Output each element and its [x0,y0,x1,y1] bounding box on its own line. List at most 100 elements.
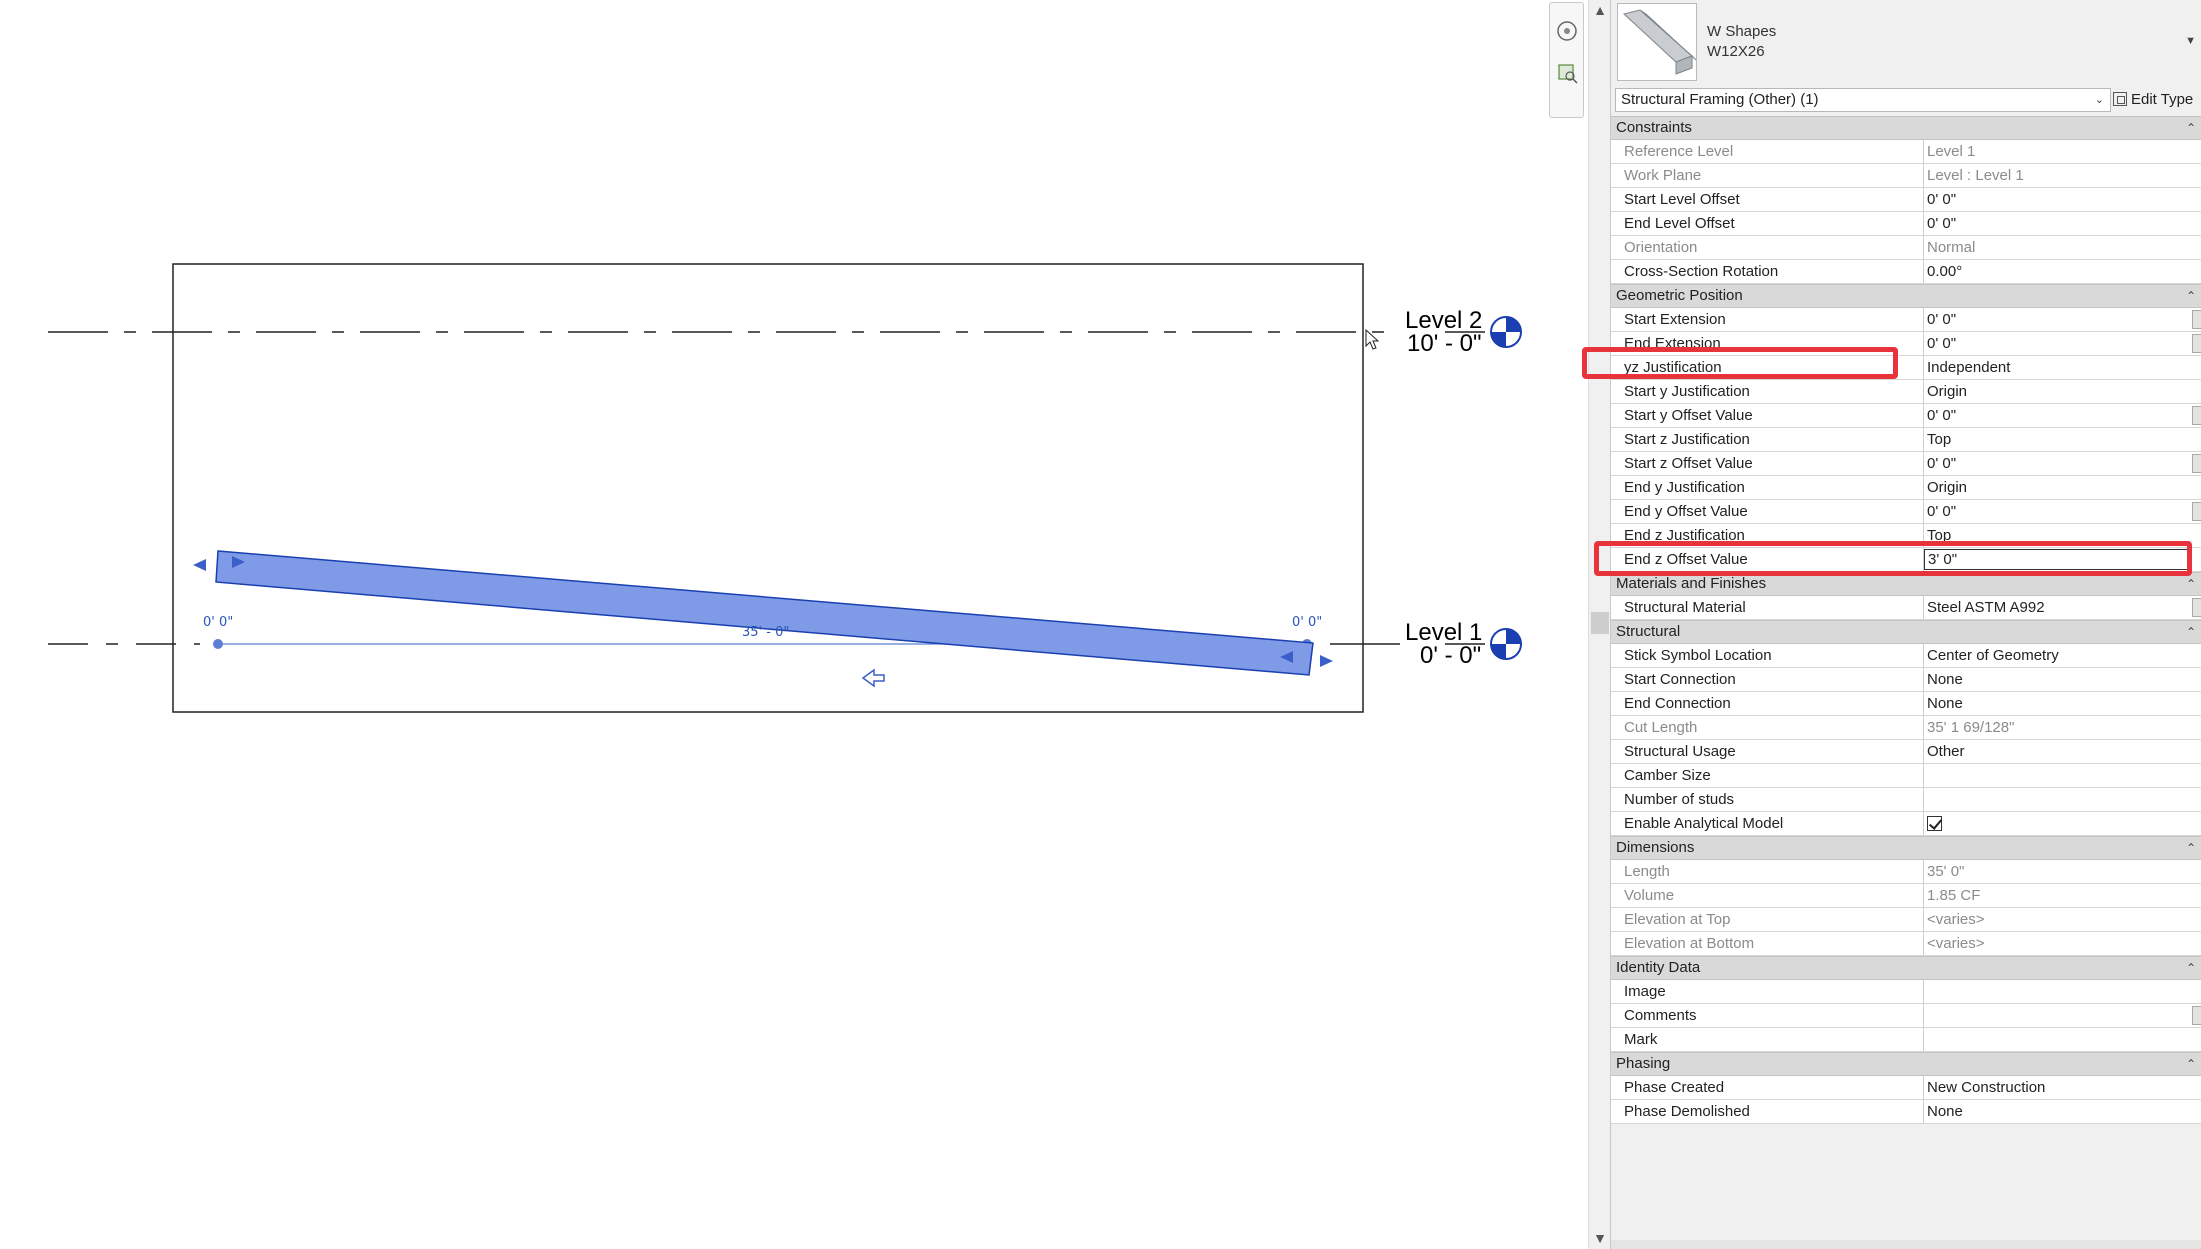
collapse-chevron-icon[interactable]: ⌃ [2186,117,2196,139]
drag-handle-right-out[interactable] [1320,655,1333,667]
property-row-elevation-at-bottom[interactable]: Elevation at Bottom <varies> [1611,932,2201,956]
property-value[interactable] [1924,764,2201,787]
property-value[interactable]: None [1924,1100,2201,1123]
row-scroll-stub[interactable] [2192,502,2201,521]
group-header-phasing[interactable]: Phasing ⌃ [1611,1052,2201,1076]
property-row-start-extension[interactable]: Start Extension 0' 0" [1611,308,2201,332]
property-value[interactable]: Top [1924,524,2201,547]
property-row-phase-demolished[interactable]: Phase Demolished None [1611,1100,2201,1124]
collapse-chevron-icon[interactable]: ⌃ [2186,621,2196,643]
dim-endpoint-left[interactable] [213,639,223,649]
property-row-length[interactable]: Length 35' 0" [1611,860,2201,884]
row-scroll-stub[interactable] [2192,310,2201,329]
drawing-canvas[interactable]: Level 2 10' - 0" Level 1 0' - 0" 0' 0" 0… [0,0,1588,1249]
group-header-identity-data[interactable]: Identity Data ⌃ [1611,956,2201,980]
scroll-thumb[interactable] [1591,612,1609,634]
property-value[interactable]: Independent [1924,356,2201,379]
property-row-end-y-justification[interactable]: End y Justification Origin [1611,476,2201,500]
property-value[interactable]: 0.00° [1924,260,2201,283]
row-scroll-stub[interactable] [2192,1006,2201,1025]
property-row-start-z-offset-value[interactable]: Start z Offset Value 0' 0" [1611,452,2201,476]
property-row-end-level-offset[interactable]: End Level Offset 0' 0" [1611,212,2201,236]
property-row-yz-justification[interactable]: yz Justification Independent [1611,356,2201,380]
collapse-chevron-icon[interactable]: ⌃ [2186,837,2196,859]
level-1-elevation[interactable]: 0' - 0" [1420,643,1481,669]
row-scroll-stub[interactable] [2192,334,2201,353]
property-row-stick-symbol-location[interactable]: Stick Symbol Location Center of Geometry [1611,644,2201,668]
collapse-chevron-icon[interactable]: ⌃ [2186,573,2196,595]
property-row-structural-material[interactable]: Structural Material Steel ASTM A992 [1611,596,2201,620]
level-1-head-icon[interactable] [1490,628,1522,660]
property-row-start-level-offset[interactable]: Start Level Offset 0' 0" [1611,188,2201,212]
property-row-comments[interactable]: Comments [1611,1004,2201,1028]
steering-wheel-icon[interactable] [1555,19,1579,43]
collapse-chevron-icon[interactable]: ⌃ [2186,285,2196,307]
property-value[interactable] [1924,812,2201,835]
chevron-down-icon[interactable]: ▼ [2185,35,2196,47]
drag-handle-left-out[interactable] [193,559,206,571]
property-value[interactable]: 0' 0" [1924,188,2201,211]
property-row-start-y-justification[interactable]: Start y Justification Origin [1611,380,2201,404]
collapse-chevron-icon[interactable]: ⌃ [2186,1053,2196,1075]
property-value[interactable]: Origin [1924,476,2201,499]
property-row-enable-analytical-model[interactable]: Enable Analytical Model [1611,812,2201,836]
property-value-input[interactable]: 3' 0" [1924,549,2192,570]
type-selector[interactable]: W Shapes W12X26 ▼ [1611,0,2201,84]
property-value[interactable]: 0' 0" [1924,404,2201,427]
property-value[interactable]: Other [1924,740,2201,763]
property-value[interactable]: 0' 0" [1924,212,2201,235]
elevation-view[interactable] [0,0,1588,1249]
property-row-cut-length[interactable]: Cut Length 35' 1 69/128" [1611,716,2201,740]
checkbox-checked-icon[interactable] [1927,816,1942,831]
property-value[interactable]: Steel ASTM A992 [1924,596,2201,619]
property-value[interactable] [1924,980,2201,1003]
property-row-phase-created[interactable]: Phase Created New Construction [1611,1076,2201,1100]
property-value[interactable]: 0' 0" [1924,452,2201,475]
property-value[interactable] [1924,788,2201,811]
property-row-end-extension[interactable]: End Extension 0' 0" [1611,332,2201,356]
group-header-structural[interactable]: Structural ⌃ [1611,620,2201,644]
group-header-materials-and-finishes[interactable]: Materials and Finishes ⌃ [1611,572,2201,596]
property-row-structural-usage[interactable]: Structural Usage Other [1611,740,2201,764]
row-scroll-stub[interactable] [2192,454,2201,473]
property-value[interactable] [1924,1028,2201,1051]
property-row-end-connection[interactable]: End Connection None [1611,692,2201,716]
property-value[interactable]: 0' 0" [1924,500,2201,523]
dim-right-offset[interactable]: 0' 0" [1292,615,1322,630]
property-value[interactable]: 0' 0" [1924,332,2201,355]
flip-arrow-icon[interactable] [861,668,885,688]
collapse-chevron-icon[interactable]: ⌃ [2186,957,2196,979]
property-row-end-y-offset-value[interactable]: End y Offset Value 0' 0" [1611,500,2201,524]
zoom-region-icon[interactable] [1555,61,1579,85]
property-row-start-z-justification[interactable]: Start z Justification Top [1611,428,2201,452]
beam-element[interactable] [215,550,1314,676]
row-scroll-stub[interactable] [2192,406,2201,425]
group-header-dimensions[interactable]: Dimensions ⌃ [1611,836,2201,860]
scroll-down-icon[interactable]: ▼ [1592,1230,1608,1246]
property-row-start-connection[interactable]: Start Connection None [1611,668,2201,692]
row-scroll-stub[interactable] [2192,598,2201,617]
property-row-volume[interactable]: Volume 1.85 CF [1611,884,2201,908]
instance-filter-dropdown[interactable]: Structural Framing (Other) (1) ⌄ [1615,88,2111,112]
dim-left-offset[interactable]: 0' 0" [203,615,233,630]
property-row-work-plane[interactable]: Work Plane Level : Level 1 [1611,164,2201,188]
level-2-head-icon[interactable] [1490,316,1522,348]
property-row-camber-size[interactable]: Camber Size [1611,764,2201,788]
level-2-elevation[interactable]: 10' - 0" [1407,331,1481,357]
property-row-elevation-at-top[interactable]: Elevation at Top <varies> [1611,908,2201,932]
dim-length[interactable]: 35' - 0" [742,625,789,640]
group-header-geometric-position[interactable]: Geometric Position ⌃ [1611,284,2201,308]
property-row-end-z-justification[interactable]: End z Justification Top [1611,524,2201,548]
property-row-orientation[interactable]: Orientation Normal [1611,236,2201,260]
property-row-start-y-offset-value[interactable]: Start y Offset Value 0' 0" [1611,404,2201,428]
property-value[interactable] [1924,1004,2201,1027]
property-row-mark[interactable]: Mark [1611,1028,2201,1052]
property-row-image[interactable]: Image [1611,980,2201,1004]
property-value[interactable]: New Construction [1924,1076,2201,1099]
property-value[interactable]: Origin [1924,380,2201,403]
property-value[interactable]: Center of Geometry [1924,644,2201,667]
property-row-cross-section-rotation[interactable]: Cross-Section Rotation 0.00° [1611,260,2201,284]
canvas-vertical-scrollbar[interactable]: ▲ ▼ [1588,0,1610,1249]
scroll-up-icon[interactable]: ▲ [1592,2,1608,18]
property-value[interactable]: Top [1924,428,2201,451]
